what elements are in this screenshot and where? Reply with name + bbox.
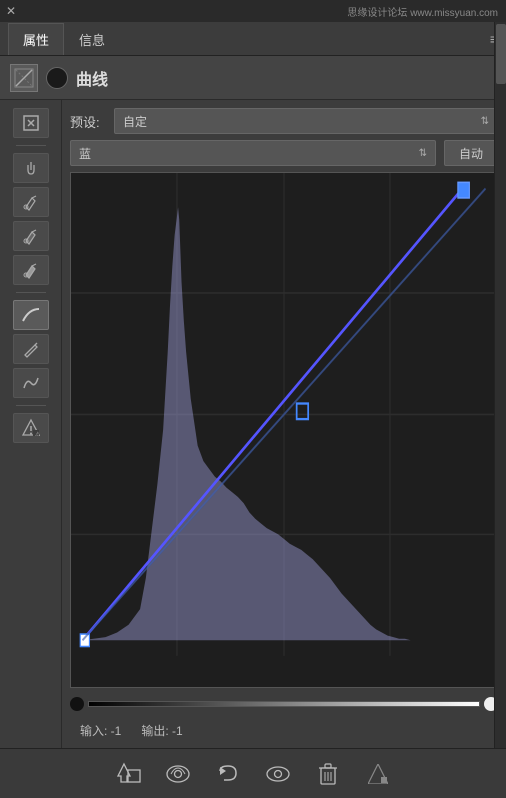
channel-select[interactable]: 蓝 ⇅: [70, 140, 436, 166]
tool-hand[interactable]: [13, 153, 49, 183]
channel-row: 蓝 ⇅ 自动: [70, 140, 498, 166]
pencil-icon: [22, 340, 40, 358]
tool-eyedropper1[interactable]: [13, 187, 49, 217]
main-content: ⚠ 预设: 自定 ⇅ 蓝 ⇅ 自动: [0, 100, 506, 748]
bottom-toolbar: [0, 748, 506, 798]
logo-text: 思缘设计论坛 www.missyuan.com: [347, 4, 498, 19]
warning-icon: ⚠: [21, 418, 41, 438]
tab-properties[interactable]: 属性: [8, 23, 64, 55]
curve-tool-icon: [21, 305, 41, 325]
curve-graph[interactable]: [70, 172, 498, 688]
curves-adjustment-icon: [14, 68, 34, 88]
eyedropper1-icon: [22, 193, 40, 211]
preset-arrows: ⇅: [481, 116, 489, 127]
bottom-undo-btn[interactable]: [211, 759, 245, 789]
bottom-trash-btn[interactable]: [311, 759, 345, 789]
bottom-corner-btn[interactable]: [361, 759, 395, 789]
preset-select[interactable]: 自定 ⇅: [114, 108, 498, 134]
channel-value: 蓝: [79, 145, 91, 162]
output-value: 输出: -1: [141, 722, 182, 739]
preset-value: 自定: [123, 113, 147, 130]
hand-tool-icon: [22, 159, 40, 177]
slider-track: [88, 701, 480, 707]
scrollbar[interactable]: [494, 22, 506, 748]
left-toolbar: ⚠: [0, 100, 62, 748]
bottom-pointer-btn[interactable]: [111, 759, 145, 789]
panel-title: 曲线: [76, 66, 108, 90]
auto-button[interactable]: 自动: [444, 140, 498, 166]
svg-text:⚠: ⚠: [35, 431, 41, 438]
eye-icon: [265, 763, 291, 785]
gradient-slider[interactable]: [70, 694, 498, 714]
undo-icon: [216, 763, 240, 785]
tool-select[interactable]: [13, 108, 49, 138]
right-panel: 预设: 自定 ⇅ 蓝 ⇅ 自动: [62, 100, 506, 748]
eyedropper2-icon: [22, 227, 40, 245]
separator3: [16, 405, 46, 406]
title-bar: ✕ 思缘设计论坛 www.missyuan.com: [0, 0, 506, 22]
panel-icon: [10, 64, 38, 92]
input-value: 输入: -1: [80, 722, 121, 739]
tool-eyedropper3[interactable]: [13, 255, 49, 285]
separator: [16, 145, 46, 146]
layer-thumbnail: [46, 67, 68, 89]
bottom-eye-btn[interactable]: [261, 759, 295, 789]
corner-icon: [368, 764, 388, 784]
preset-row: 预设: 自定 ⇅: [70, 108, 498, 134]
tool-warning[interactable]: ⚠: [13, 413, 49, 443]
eyedropper3-icon: [22, 261, 40, 279]
close-icon[interactable]: ✕: [6, 4, 16, 18]
tool-curve[interactable]: [13, 300, 49, 330]
pointer-square-icon: [114, 762, 142, 786]
tab-bar: 属性 信息 ≡: [0, 22, 506, 56]
tab-info[interactable]: 信息: [64, 23, 120, 55]
black-point-slider[interactable]: [70, 697, 84, 711]
select-tool-icon: [22, 114, 40, 132]
eye-circle-icon: [165, 763, 191, 785]
separator2: [16, 292, 46, 293]
io-row: 输入: -1 输出: -1: [70, 720, 498, 740]
curve-svg: [71, 173, 497, 687]
scrollbar-thumb[interactable]: [496, 24, 506, 84]
smooth-icon: [22, 374, 40, 392]
tool-eyedropper2[interactable]: [13, 221, 49, 251]
tool-pencil[interactable]: [13, 334, 49, 364]
panel-header: 曲线: [0, 56, 506, 100]
tool-smooth[interactable]: [13, 368, 49, 398]
bottom-eye-circle-btn[interactable]: [161, 759, 195, 789]
channel-arrows: ⇅: [419, 148, 427, 159]
trash-icon: [317, 762, 339, 786]
preset-label: 预设:: [70, 112, 106, 131]
